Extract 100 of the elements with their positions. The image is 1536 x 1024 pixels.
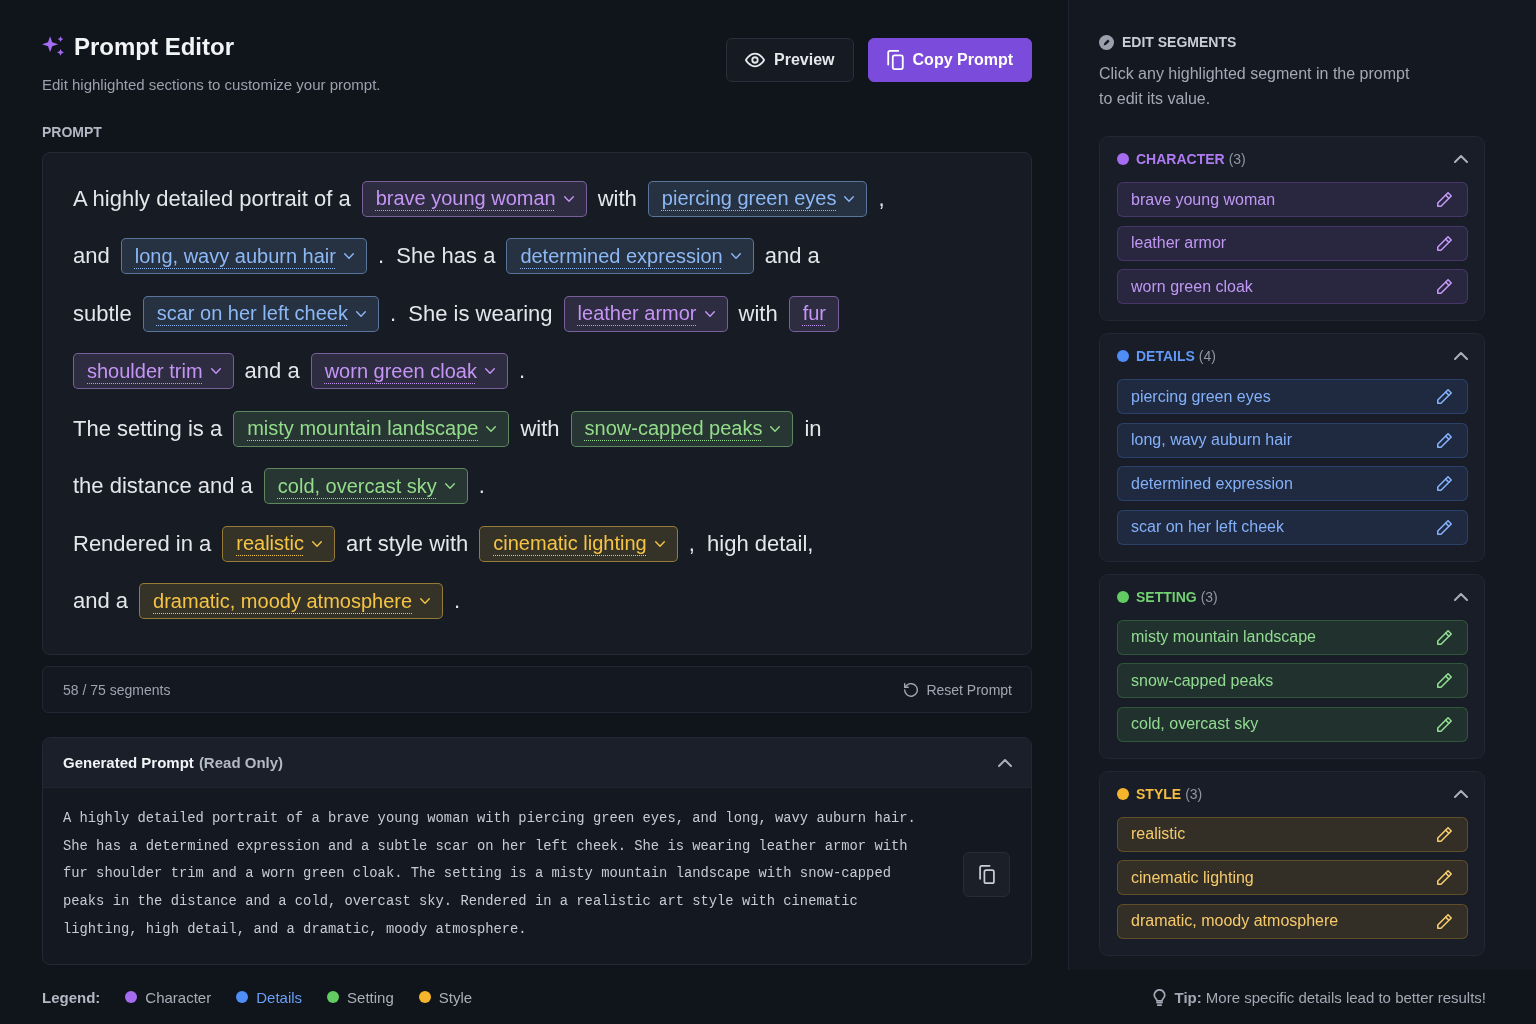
prompt-text: The setting is a <box>73 414 223 443</box>
chevron-down-icon <box>563 195 574 202</box>
eye-icon <box>745 50 766 70</box>
pencil-icon <box>1437 235 1452 251</box>
segment-item[interactable]: brave young woman <box>1117 182 1468 217</box>
chevron-down-icon <box>654 540 665 547</box>
group-count: (4) <box>1198 348 1216 364</box>
chevron-down-icon <box>444 483 455 490</box>
chevron-down-icon <box>210 368 221 375</box>
segment-item[interactable]: realistic <box>1117 816 1468 852</box>
legend-text: Details <box>256 988 303 1006</box>
copy-icon <box>978 864 995 884</box>
sparkle-icon <box>42 36 64 56</box>
chevron-down-icon <box>486 425 497 432</box>
chevron-down-icon <box>343 253 354 260</box>
pencil-icon <box>1437 629 1452 645</box>
chevron-down-icon <box>770 425 781 432</box>
prompt-text: Rendered in a <box>73 529 212 558</box>
chevron-down-icon <box>312 540 322 547</box>
prompt-text: art style with <box>346 529 469 558</box>
pencil-icon <box>1437 913 1452 929</box>
segment-dropdown[interactable]: piercing green eyes <box>647 180 868 217</box>
prompt-text: . <box>478 472 485 501</box>
group-name: DETAILS <box>1136 348 1195 364</box>
prompt-text: and <box>73 242 110 271</box>
pencil-icon <box>1437 519 1452 535</box>
legend-text: Style <box>438 988 473 1006</box>
section-label: PROMPT <box>42 124 102 140</box>
pencil-circle-icon <box>1099 34 1114 50</box>
segment-item[interactable]: dramatic, moody atmosphere <box>1117 903 1468 939</box>
prompt-text: in <box>804 414 822 443</box>
panel-title: Generated Prompt <box>63 754 194 771</box>
segment-dropdown[interactable]: long, wavy auburn hair <box>120 238 367 275</box>
pencil-icon <box>1437 279 1452 294</box>
tip-text: Tip: More specific details lead to better results! <box>1174 988 1486 1006</box>
segment-dropdown[interactable]: cold, overcast sky <box>263 468 468 505</box>
segment-dropdown[interactable]: shoulder trim <box>73 353 234 390</box>
segment-item[interactable]: worn green cloak <box>1117 269 1468 304</box>
prompt-text: and a <box>764 242 820 271</box>
chevron-down-icon <box>730 253 741 260</box>
chevron-up-icon[interactable] <box>1454 352 1468 360</box>
segment-item[interactable]: scar on her left cheek <box>1117 509 1468 545</box>
prompt-text: the distance and a <box>73 472 253 501</box>
panel-description: Click any highlighted segment in the prompt to edit its value. <box>1099 64 1411 109</box>
generated-prompt-text: A highly detailed portrait of a brave young woman with piercing green eyes, and long, wavy auburn hair. She has a determined expression and a subtle scar on her left cheek. She is wearing leather armor with fur shoulder trim and a worn green cloak. The setting is a misty mountain landscape with snow-capped peaks in the distance and a cold, overcast sky. Rendered in a realistic art style with cinematic lighting, high detail, and a dramatic, moody atmosphere. <box>63 810 917 939</box>
page-subtitle: Edit highlighted sections to customize your prompt. <box>42 76 381 94</box>
segment-dropdown[interactable]: determined expression <box>506 238 754 275</box>
segment-item[interactable]: long, wavy auburn hair <box>1117 422 1468 458</box>
prompt-text: and a <box>73 587 129 616</box>
chevron-down-icon <box>420 598 431 605</box>
group-count: (3) <box>1200 588 1218 605</box>
segment-count: 58 / 75 segments <box>63 681 171 698</box>
prompt-text: with <box>597 184 637 213</box>
segment-item[interactable]: snow-capped peaks <box>1117 663 1468 698</box>
segment-dropdown[interactable]: dramatic, moody atmosphere <box>139 583 444 620</box>
pencil-icon <box>1437 476 1452 491</box>
segment-dropdown[interactable]: fur <box>788 295 839 332</box>
prompt-text: subtle <box>73 299 132 328</box>
prompt-text: , high detail, <box>688 529 814 558</box>
chevron-down-icon <box>485 368 495 375</box>
segment-dropdown[interactable]: brave young woman <box>361 180 587 217</box>
preview-button[interactable]: Preview <box>726 38 854 82</box>
copy-button[interactable] <box>963 851 1010 897</box>
legend-label: Legend: <box>42 988 101 1006</box>
chevron-up-icon[interactable] <box>1454 789 1468 798</box>
pencil-icon <box>1437 716 1452 732</box>
copy-prompt-button[interactable]: Copy Prompt <box>867 38 1032 82</box>
prompt-text: . <box>454 587 461 616</box>
reset-prompt-button[interactable]: Reset Prompt <box>904 681 1012 698</box>
group-count: (3) <box>1228 151 1246 167</box>
refresh-icon <box>904 682 919 697</box>
prompt-text: . She has a <box>377 242 496 271</box>
prompt-text: and a <box>244 357 300 386</box>
chevron-down-icon <box>844 195 855 202</box>
segment-item[interactable]: leather armor <box>1117 225 1468 261</box>
segment-item[interactable]: cold, overcast sky <box>1117 706 1468 742</box>
pencil-icon <box>1437 826 1452 842</box>
chevron-up-icon[interactable] <box>1454 592 1468 601</box>
prompt-text: . <box>519 357 526 386</box>
pencil-icon <box>1437 870 1452 885</box>
segment-item[interactable]: determined expression <box>1117 466 1468 501</box>
segment-item[interactable]: piercing green eyes <box>1117 379 1468 414</box>
legend-text: Character <box>145 988 212 1006</box>
chevron-up-icon[interactable] <box>1454 155 1468 163</box>
segment-item[interactable]: cinematic lighting <box>1117 860 1468 895</box>
segment-item[interactable]: misty mountain landscape <box>1117 619 1468 655</box>
segment-dropdown[interactable]: snow-capped peaks <box>570 410 794 447</box>
prompt-text: with <box>738 299 778 328</box>
segment-dropdown[interactable]: realistic <box>222 525 335 562</box>
prompt-text: A highly detailed portrait of a <box>73 184 351 213</box>
segment-dropdown[interactable]: worn green cloak <box>310 353 508 390</box>
segment-dropdown[interactable]: misty mountain landscape <box>233 410 510 447</box>
segment-dropdown[interactable]: scar on her left cheek <box>142 295 379 332</box>
group-name: SETTING <box>1136 588 1197 605</box>
chevron-up-icon[interactable] <box>998 758 1012 767</box>
group-name: STYLE <box>1136 785 1182 802</box>
group-name: CHARACTER <box>1136 151 1225 167</box>
segment-dropdown[interactable]: leather armor <box>563 295 728 332</box>
segment-dropdown[interactable]: cinematic lighting <box>479 525 678 562</box>
pencil-icon <box>1437 389 1452 404</box>
